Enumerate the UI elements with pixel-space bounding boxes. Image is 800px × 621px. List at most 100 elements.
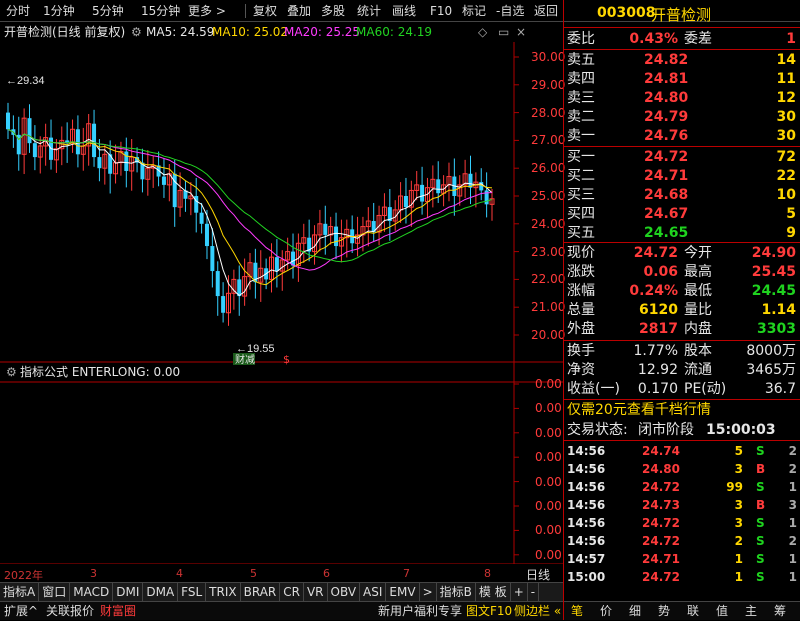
date-label: 2022年 [4,569,43,582]
tick-price: 24.80 [642,462,680,476]
weibi-row: 委比 0.43% 委差 1 [567,31,796,47]
tab-window[interactable]: 窗口 [39,583,71,601]
stat-label: 总量 [567,302,595,318]
tick-time: 14:56 [567,516,606,530]
stock-title: 开普检测(日线 前复权) [4,25,126,39]
tab-fsl[interactable]: FSL [178,583,207,601]
period-button[interactable]: 1分钟 [43,3,75,19]
tab-indicator-a[interactable]: 指标A [0,583,40,601]
tick-row: 14:56 24.80 3 B 2 [564,460,800,478]
price-tick-label: 30.00 [531,50,566,64]
tab-dma[interactable]: DMA [143,583,179,601]
expand-button[interactable]: 扩展^ [4,602,38,621]
fundamental-row: 收益(一) 0.170 PE(动) 36.7 [564,379,800,399]
fundamental-label: 换手 [567,343,595,359]
tick-price: 24.72 [642,516,680,530]
tab-asi[interactable]: ASI [360,583,387,601]
tab-value[interactable]: 值 [716,602,728,621]
remove-pane-button[interactable]: - [528,583,540,601]
level-volume: 5 [786,206,796,222]
tab-macd[interactable]: MACD [70,583,114,601]
tab-vr[interactable]: VR [304,583,328,601]
indicator-tick-label: 0.00 [535,401,562,416]
tab-template[interactable]: 模 板 [476,583,511,601]
tab-trades[interactable]: 笔 [571,602,583,621]
tab-obv[interactable]: OBV [328,583,361,601]
add-pane-button[interactable]: + [511,583,528,601]
tick-direction: S [756,480,765,494]
wealth-circle-button[interactable]: 财富圈 [100,602,136,621]
draw-line-button[interactable]: 画线 [392,3,416,19]
chart-title-line: 开普检测(日线 前复权) ⚙ MA5: 24.59 MA10: 25.02 MA… [0,22,563,42]
f10-graphic-button[interactable]: 图文F10 [466,602,512,621]
candle-body [124,151,129,171]
tab-price[interactable]: 价 [600,602,612,621]
tick-count: 2 [788,444,797,458]
ma60-label: MA60: 24.19 [356,25,433,39]
minimize-icon[interactable]: ▭ [498,22,509,42]
tick-volume: 1 [734,570,743,584]
tab-brar[interactable]: BRAR [241,583,281,601]
date-label: 7 [403,567,410,580]
depth-promo[interactable]: 仅需20元查看千档行情 [564,400,800,420]
chevron-down-icon[interactable]: ⚙ [6,363,17,381]
tick-time: 14:56 [567,444,606,458]
indicator-title: 指标公式 ENTERLONG: 0.00 [20,365,181,379]
stat-value: 2817 [639,321,678,337]
tab-cr[interactable]: CR [280,583,304,601]
kline-chart[interactable]: ←29.34←19.55财减 $ [0,42,563,564]
close-icon[interactable]: × [516,22,526,42]
level-label: 卖三 [567,90,595,106]
tick-row: 14:56 24.74 5 S 2 [564,442,800,460]
fundamental-row: 换手 1.77% 股本 8000万 [564,341,800,361]
price-tick-label: 27.00 [531,133,566,148]
indicator-tick-label: 0.00 [535,547,562,562]
tick-row: 14:56 24.72 99 S 1 [564,478,800,496]
related-quote-button[interactable]: 关联报价 [46,602,94,621]
tab-trend[interactable]: 势 [658,602,670,621]
sidebar-toggle-button[interactable]: 侧边栏 « [514,602,561,621]
tab-trix[interactable]: TRIX [206,583,241,601]
tab-link[interactable]: 联 [687,602,699,621]
tab-indicator-b[interactable]: 指标B [437,583,476,601]
tick-volume: 3 [734,462,743,476]
back-button[interactable]: 返回 [534,3,558,19]
tick-time: 14:56 [567,480,606,494]
candle-body [75,129,80,155]
weicha-value: 1 [786,31,796,47]
more-button[interactable]: 更多 > [188,3,226,19]
period-button[interactable]: 5分钟 [92,3,124,19]
stat-value: 6120 [639,302,678,318]
multi-stock-button[interactable]: 多股 [321,3,345,19]
tick-price: 24.73 [642,498,680,512]
fundamental-value: 12.92 [637,362,678,378]
fundamental-label: PE(动) [684,381,727,397]
fundamental-value: 8000万 [746,343,796,359]
f10-button[interactable]: F10 [430,3,452,19]
fuquan-button[interactable]: 复权 [253,3,277,19]
mark-button[interactable]: 标记 [462,3,486,19]
trade-status: 交易状态: 闭市阶段 15:00:03 [567,422,776,438]
settings-gear-icon[interactable]: ⚙ [131,22,142,42]
stat-value: 24.45 [751,283,796,299]
stats-button[interactable]: 统计 [357,3,381,19]
level-price: 24.81 [644,71,689,87]
overlay-button[interactable]: 叠加 [287,3,311,19]
new-user-promo-link[interactable]: 新用户福利专享 [378,602,462,621]
tab-detail[interactable]: 细 [629,602,641,621]
ma20-label: MA20: 25.25 [284,25,361,39]
high-price-label: ←29.34 [6,75,45,87]
tick-direction: B [756,462,766,476]
period-button[interactable]: 分时 [6,3,30,19]
period-button[interactable]: 15分钟 [141,3,180,19]
tab-main[interactable]: 主 [745,602,757,621]
period-mode-label[interactable]: 日线 [526,566,550,583]
tab-more[interactable]: > [420,583,437,601]
price-tick-label: 24.00 [531,216,566,231]
tab-emv[interactable]: EMV [386,583,420,601]
chevron-left-icon[interactable]: ◇ [478,22,487,42]
tab-chips[interactable]: 筹 [774,602,786,621]
tick-time: 14:56 [567,534,606,548]
remove-watchlist-button[interactable]: -自选 [496,3,524,19]
tab-dmi[interactable]: DMI [113,583,144,601]
